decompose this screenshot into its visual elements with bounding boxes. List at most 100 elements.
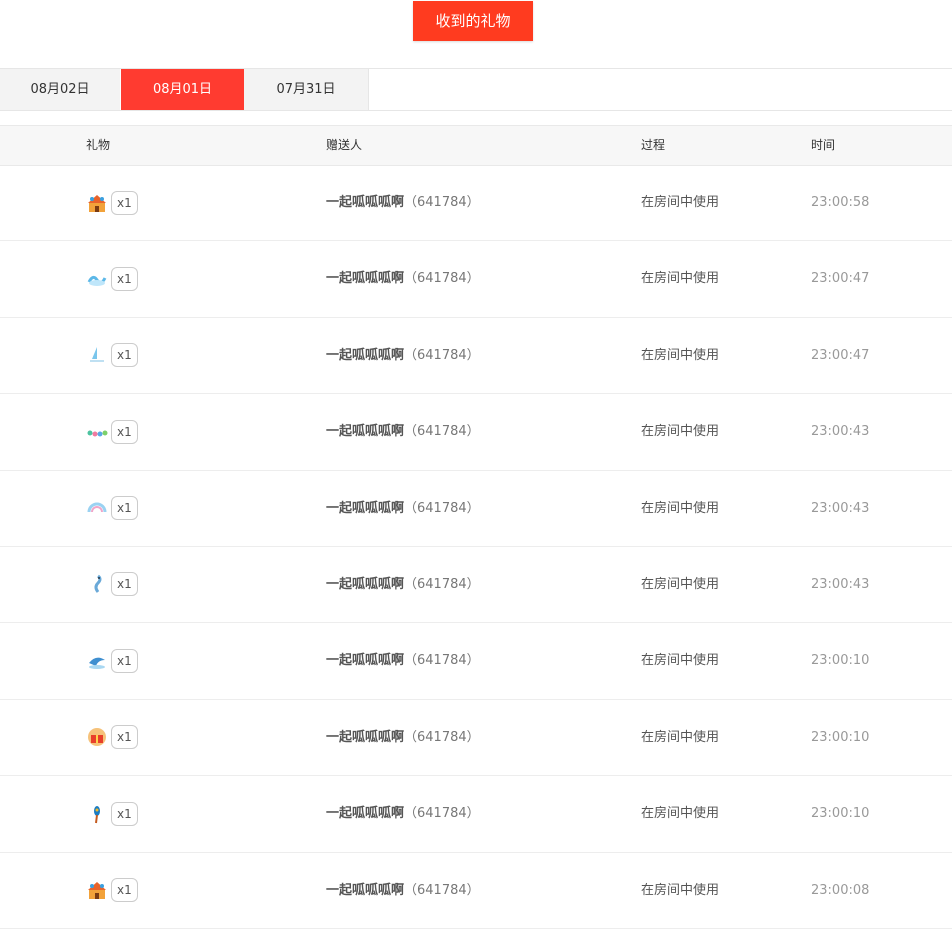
gift-cell: x1 <box>86 165 138 240</box>
gift-quantity: x1 <box>111 343 138 368</box>
gift-quantity: x1 <box>111 190 138 215</box>
sender-name[interactable]: 一起呱呱呱啊 <box>326 883 404 898</box>
sender-id: （641784） <box>404 806 480 822</box>
gift-quantity: x1 <box>111 648 138 673</box>
time-cell: 23:00:43 <box>811 576 870 592</box>
sender-id: （641784） <box>404 653 480 669</box>
sender-id: （641784） <box>404 882 480 898</box>
sender-id: （641784） <box>404 500 480 516</box>
table-body: x1 一起呱呱呱啊（641784） 在房间中使用 23:00:58 x1 一起呱呱呱啊（6… <box>0 165 952 929</box>
process-cell: 在房间中使用 <box>641 424 720 440</box>
sender-id: （641784） <box>404 271 480 287</box>
time-cell: 23:00:47 <box>811 271 870 287</box>
process-cell: 在房间中使用 <box>641 271 720 287</box>
time-cell: 23:00:08 <box>811 882 870 898</box>
column-sender: 赠送人 <box>326 138 363 152</box>
gift-cell: x1 <box>86 318 138 393</box>
table-header: 礼物 赠送人 过程 时间 <box>0 125 952 166</box>
sender-cell: 一起呱呱呱啊（641784） <box>326 471 480 546</box>
castle-icon <box>86 879 108 901</box>
gift-cell: x1 <box>86 853 138 928</box>
gift-quantity: x1 <box>111 725 138 750</box>
tab-08-01[interactable]: 08月01日 <box>121 69 244 110</box>
sender-name[interactable]: 一起呱呱呱啊 <box>326 653 404 668</box>
sender-id: （641784） <box>404 576 480 592</box>
time-cell: 23:00:47 <box>811 347 870 363</box>
sender-id: （641784） <box>404 729 480 745</box>
sender-cell: 一起呱呱呱啊（641784） <box>326 241 480 316</box>
gift-cell: x1 <box>86 547 138 622</box>
gift-cell: x1 <box>86 471 138 546</box>
gift-cell: x1 <box>86 776 138 851</box>
sender-name[interactable]: 一起呱呱呱啊 <box>326 424 404 439</box>
sender-cell: 一起呱呱呱啊（641784） <box>326 623 480 698</box>
table-row: x1 一起呱呱呱啊（641784） 在房间中使用 23:00:47 <box>0 241 952 318</box>
column-time: 时间 <box>811 138 836 152</box>
gift-quantity: x1 <box>111 419 138 444</box>
table-row: x1 一起呱呱呱啊（641784） 在房间中使用 23:00:10 <box>0 623 952 700</box>
sender-cell: 一起呱呱呱啊（641784） <box>326 776 480 851</box>
gift-quantity: x1 <box>111 878 138 903</box>
rainbow-icon <box>86 497 108 519</box>
process-cell: 在房间中使用 <box>641 576 720 592</box>
sender-name[interactable]: 一起呱呱呱啊 <box>326 806 404 821</box>
date-tabs: 08月02日 08月01日 07月31日 <box>0 68 952 111</box>
gift-cell: x1 <box>86 394 138 469</box>
table-row: x1 一起呱呱呱啊（641784） 在房间中使用 23:00:08 <box>0 853 952 929</box>
sender-name[interactable]: 一起呱呱呱啊 <box>326 271 404 286</box>
dolphin-icon <box>86 650 108 672</box>
time-cell: 23:00:10 <box>811 653 870 669</box>
gift-quantity: x1 <box>111 801 138 826</box>
sender-name[interactable]: 一起呱呱呱啊 <box>326 348 404 363</box>
process-cell: 在房间中使用 <box>641 882 720 898</box>
gift-quantity: x1 <box>111 496 138 521</box>
time-cell: 23:00:10 <box>811 729 870 745</box>
gift-box-icon <box>86 726 108 748</box>
gift-cell: x1 <box>86 623 138 698</box>
process-cell: 在房间中使用 <box>641 347 720 363</box>
gift-quantity: x1 <box>111 572 138 597</box>
process-cell: 在房间中使用 <box>641 729 720 745</box>
process-cell: 在房间中使用 <box>641 195 720 210</box>
table-row: x1 一起呱呱呱啊（641784） 在房间中使用 23:00:43 <box>0 547 952 624</box>
received-gifts-button[interactable]: 收到的礼物 <box>413 1 533 41</box>
peacock-feather-icon <box>86 803 108 825</box>
process-cell: 在房间中使用 <box>641 500 720 516</box>
tab-08-02[interactable]: 08月02日 <box>0 69 120 110</box>
process-cell: 在房间中使用 <box>641 653 720 669</box>
flower-garland-icon <box>86 421 108 443</box>
tab-07-31[interactable]: 07月31日 <box>244 69 369 110</box>
sender-name[interactable]: 一起呱呱呱啊 <box>326 577 404 592</box>
process-cell: 在房间中使用 <box>641 806 720 822</box>
sender-name[interactable]: 一起呱呱呱啊 <box>326 730 404 745</box>
sailboat-icon <box>86 344 108 366</box>
sender-cell: 一起呱呱呱啊（641784） <box>326 547 480 622</box>
table-row: x1 一起呱呱呱啊（641784） 在房间中使用 23:00:47 <box>0 318 952 395</box>
table-row: x1 一起呱呱呱啊（641784） 在房间中使用 23:00:43 <box>0 394 952 471</box>
sender-id: （641784） <box>404 347 480 363</box>
sender-cell: 一起呱呱呱啊（641784） <box>326 700 480 775</box>
column-process: 过程 <box>641 138 666 152</box>
table-row: x1 一起呱呱呱啊（641784） 在房间中使用 23:00:10 <box>0 700 952 777</box>
time-cell: 23:00:58 <box>811 195 870 210</box>
gift-quantity: x1 <box>111 266 138 291</box>
time-cell: 23:00:10 <box>811 806 870 822</box>
sender-cell: 一起呱呱呱啊（641784） <box>326 853 480 928</box>
gift-cell: x1 <box>86 700 138 775</box>
sender-cell: 一起呱呱呱啊（641784） <box>326 394 480 469</box>
table-row: x1 一起呱呱呱啊（641784） 在房间中使用 23:00:10 <box>0 776 952 853</box>
sender-name[interactable]: 一起呱呱呱啊 <box>326 195 404 210</box>
sender-id: （641784） <box>404 424 480 440</box>
wave-ring-icon <box>86 268 108 290</box>
column-gift: 礼物 <box>86 138 111 152</box>
castle-icon <box>86 192 108 214</box>
time-cell: 23:00:43 <box>811 424 870 440</box>
sender-cell: 一起呱呱呱啊（641784） <box>326 165 480 240</box>
table-row: x1 一起呱呱呱啊（641784） 在房间中使用 23:00:58 <box>0 165 952 242</box>
time-cell: 23:00:43 <box>811 500 870 516</box>
gift-cell: x1 <box>86 241 138 316</box>
sender-id: （641784） <box>404 195 480 210</box>
sender-name[interactable]: 一起呱呱呱啊 <box>326 501 404 516</box>
sender-cell: 一起呱呱呱啊（641784） <box>326 318 480 393</box>
table-row: x1 一起呱呱呱啊（641784） 在房间中使用 23:00:43 <box>0 471 952 547</box>
